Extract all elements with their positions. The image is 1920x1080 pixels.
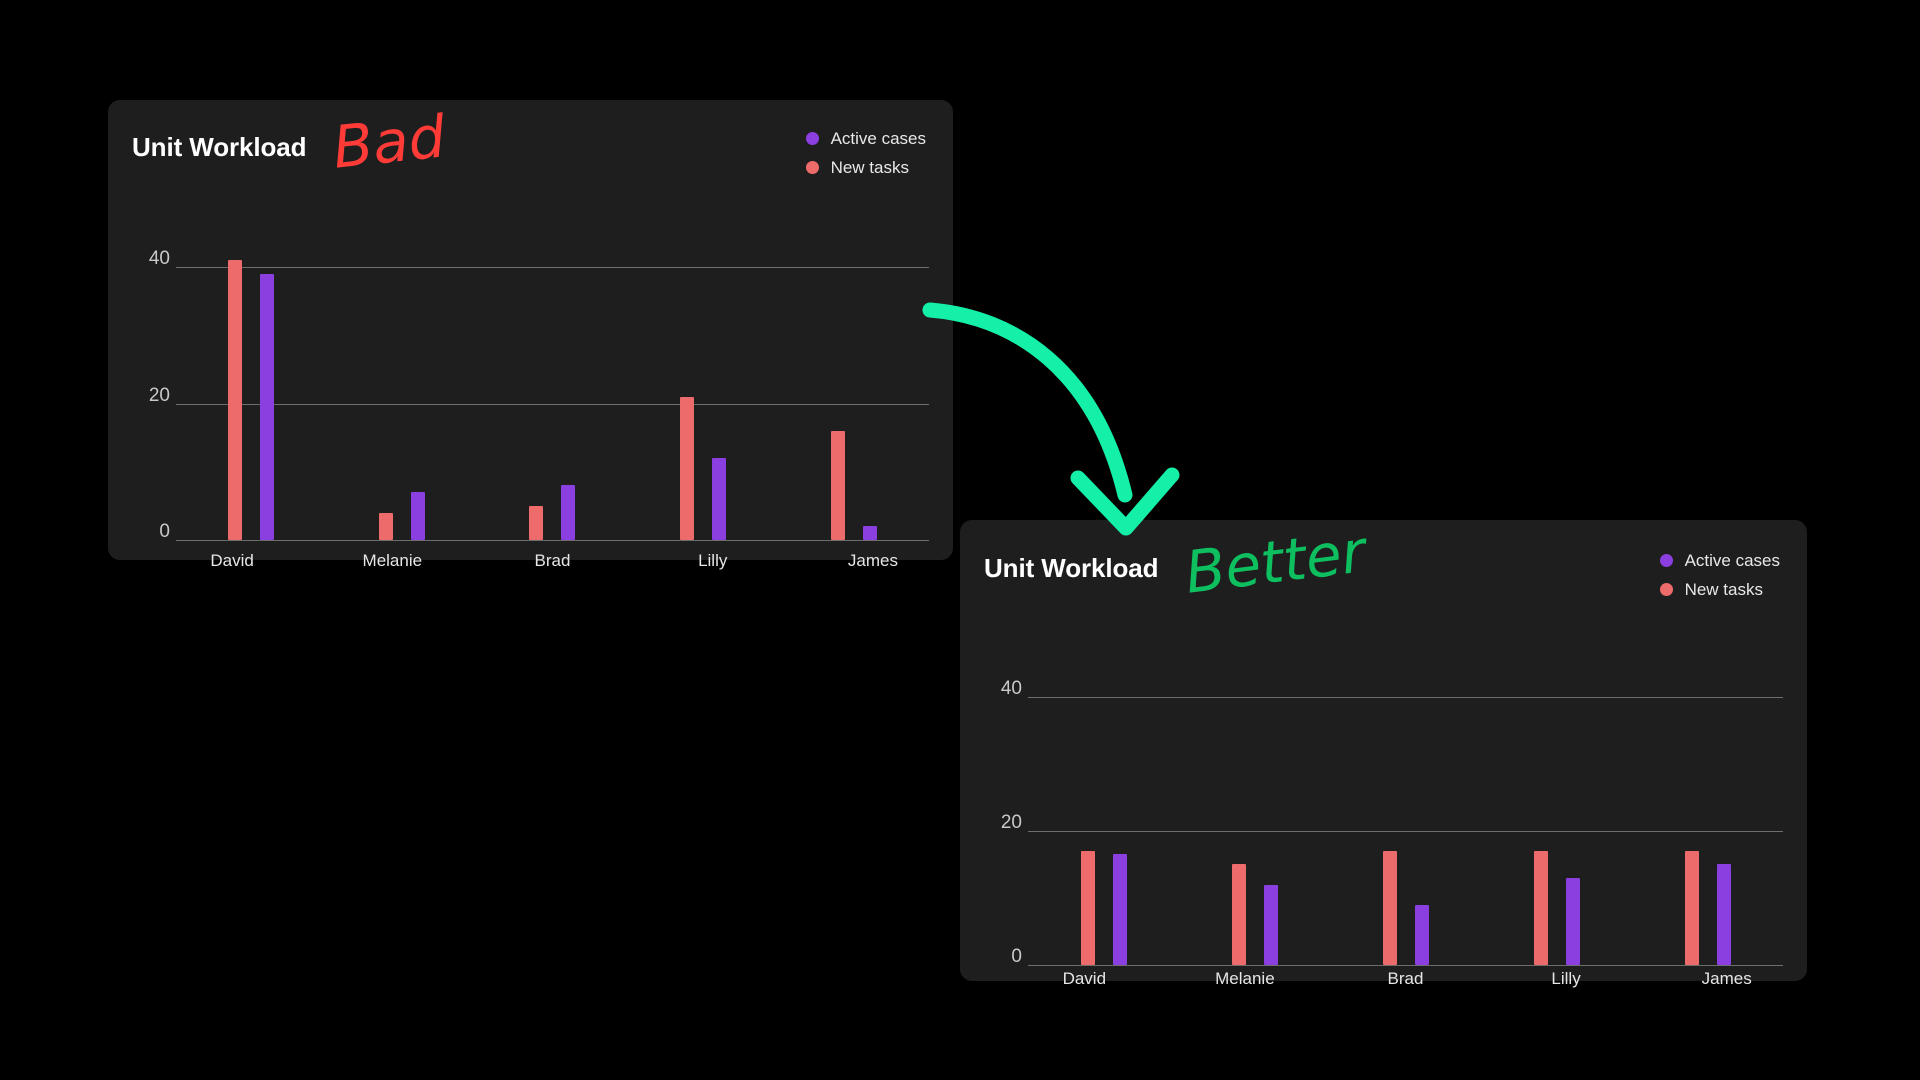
bar-active-cases[interactable] [862, 526, 877, 540]
legend-item-active-cases-better[interactable]: Active cases [1659, 551, 1780, 570]
bar-new-tasks[interactable] [680, 396, 695, 540]
x-axis-better: David Melanie Brad Lilly James [1004, 970, 1807, 987]
bar-group [628, 240, 779, 540]
bar-new-tasks[interactable] [1382, 851, 1397, 965]
x-axis-label: Melanie [1215, 969, 1275, 988]
x-axis-label: Brad [1387, 969, 1424, 988]
plot-area-better: 0 20 40 [984, 670, 1783, 967]
y-tick-label: 0 [159, 521, 170, 542]
y-axis-better: 0 20 40 [984, 670, 1028, 967]
bars-layer-better [1028, 670, 1783, 965]
screenshot-root: Unit Workload Active cases New tasks 0 20… [0, 0, 1920, 1080]
gridline [176, 540, 929, 541]
bar-new-tasks[interactable] [529, 505, 544, 540]
bar-active-cases[interactable] [1565, 877, 1580, 965]
bar-group [176, 240, 327, 540]
bar-active-cases[interactable] [712, 458, 727, 540]
curved-arrow-down-right-icon [922, 302, 1180, 536]
x-axis-label: David [1062, 969, 1107, 988]
x-axis-label: Brad [534, 551, 571, 570]
card-header-better: Unit Workload Active cases New tasks [960, 520, 1807, 610]
y-tick-label: 0 [1011, 946, 1022, 967]
arrow-shaft [922, 302, 1133, 503]
bar-group [327, 240, 478, 540]
chart-legend-better: Active cases New tasks [1659, 551, 1780, 599]
bars-layer-bad [176, 240, 929, 540]
bar-group [1028, 670, 1179, 965]
bar-group [1481, 670, 1632, 965]
gridline [1028, 965, 1783, 966]
bar-group [1330, 670, 1481, 965]
legend-label-active-cases: Active cases [830, 129, 926, 148]
x-axis-label: David [210, 551, 254, 570]
bar-new-tasks[interactable] [1080, 851, 1095, 965]
card-header-bad: Unit Workload Active cases New tasks [108, 100, 953, 190]
legend-dot-icon-new-tasks [805, 161, 819, 174]
y-tick-label: 40 [1000, 677, 1022, 699]
y-axis-bad: 0 20 40 [132, 240, 176, 542]
plot-area-bad: 0 20 40 [132, 240, 929, 542]
legend-label-new-tasks: New tasks [830, 158, 909, 177]
bar-new-tasks[interactable] [1533, 851, 1548, 965]
page-title: Unit Workload [132, 132, 307, 162]
legend-label-new-tasks: New tasks [1684, 580, 1763, 599]
bar-group [1632, 670, 1783, 965]
bar-new-tasks[interactable] [378, 512, 393, 540]
x-axis-label: Melanie [362, 551, 423, 570]
bar-active-cases[interactable] [1716, 864, 1731, 965]
bar-new-tasks[interactable] [228, 260, 243, 540]
bar-active-cases[interactable] [1112, 854, 1127, 965]
legend-item-new-tasks[interactable]: New tasks [805, 158, 926, 177]
legend-item-active-cases[interactable]: Active cases [805, 129, 926, 148]
chart-card-better: Unit Workload Active cases New tasks 0 20… [960, 520, 1807, 987]
bar-new-tasks[interactable] [830, 430, 845, 540]
bar-active-cases[interactable] [1263, 884, 1278, 965]
chart-card-bad: Unit Workload Active cases New tasks 0 20… [108, 100, 953, 569]
y-tick-label: 40 [148, 248, 170, 270]
legend-item-new-tasks-better[interactable]: New tasks [1659, 580, 1780, 599]
bar-new-tasks[interactable] [1684, 851, 1699, 965]
legend-dot-icon-new-tasks [1659, 583, 1673, 596]
bar-group [477, 240, 628, 540]
bar-new-tasks[interactable] [1231, 864, 1246, 965]
bar-group [778, 240, 929, 540]
legend-dot-icon-active-cases [1659, 554, 1673, 567]
legend-label-active-cases: Active cases [1684, 551, 1780, 570]
y-tick-label: 20 [1000, 811, 1022, 833]
x-axis-label: Lilly [1551, 969, 1581, 988]
chart-legend-bad: Active cases New tasks [805, 129, 926, 177]
y-tick-label: 20 [148, 384, 170, 406]
bar-active-cases[interactable] [260, 274, 275, 540]
bar-active-cases[interactable] [1414, 904, 1429, 965]
bar-active-cases[interactable] [561, 485, 576, 540]
bar-active-cases[interactable] [410, 492, 425, 540]
x-axis-bad: David Melanie Brad Lilly James [152, 552, 953, 569]
page-title-better: Unit Workload [984, 553, 1159, 583]
legend-dot-icon-active-cases [805, 132, 819, 145]
bar-group [1179, 670, 1330, 965]
x-axis-label: James [1701, 969, 1752, 988]
x-axis-label: Lilly [698, 551, 728, 570]
x-axis-label: James [847, 551, 898, 570]
